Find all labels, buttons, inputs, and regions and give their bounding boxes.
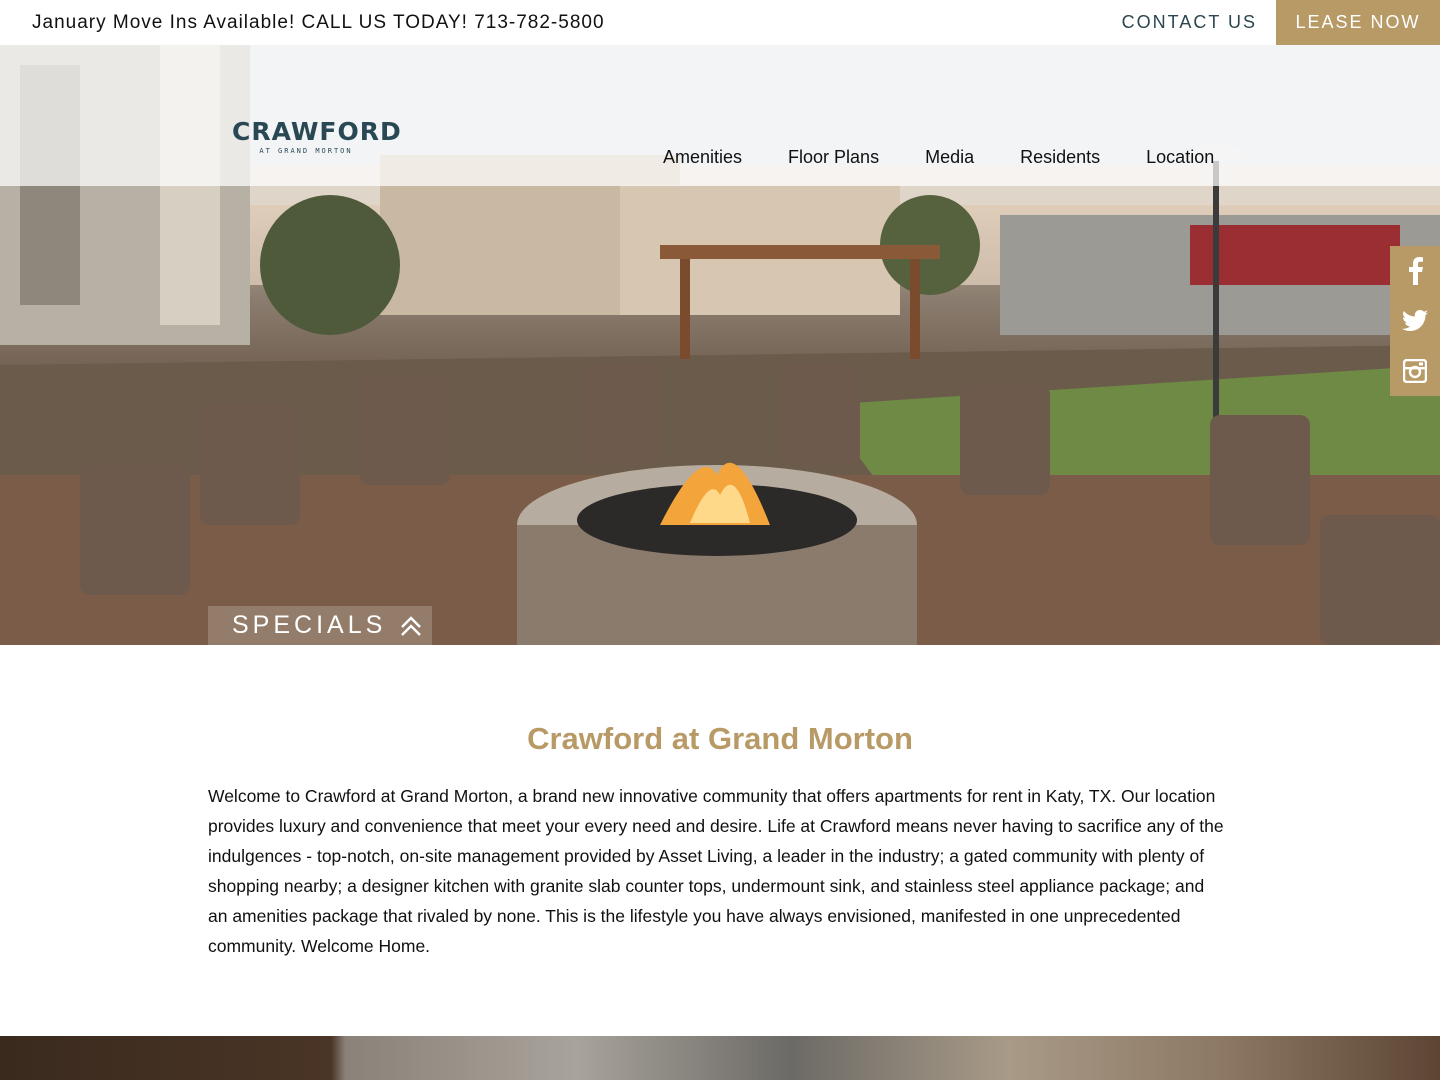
top-bar: January Move Ins Available! CALL US TODA… — [0, 0, 1440, 45]
specials-label: SPECIALS — [232, 611, 387, 639]
intro-paragraph: Welcome to Crawford at Grand Morton, a b… — [208, 786, 1224, 956]
logo-subtitle: AT GRAND MORTON — [259, 147, 353, 155]
nav-item-media[interactable]: Media — [902, 133, 997, 181]
social-links — [1390, 246, 1440, 396]
page-title: Crawford at Grand Morton — [527, 721, 913, 756]
nav-item-location[interactable]: Location — [1123, 133, 1237, 181]
double-chevron-up-icon — [400, 615, 422, 637]
nav-item-residents[interactable]: Residents — [997, 133, 1123, 181]
announcement-text: January Move Ins Available! CALL US TODA… — [32, 12, 605, 33]
lease-now-button[interactable]: LEASE NOW — [1276, 0, 1440, 45]
specials-button[interactable]: SPECIALS — [208, 606, 432, 645]
contact-us-link[interactable]: CONTACT US — [1122, 0, 1257, 45]
logo-wordmark: CRAWFORD — [232, 117, 402, 146]
crawford-logo[interactable]: CRAWFORD AT GRAND MORTON — [232, 117, 402, 156]
instagram-icon[interactable] — [1390, 346, 1440, 396]
interior-photo-strip — [0, 1036, 1440, 1080]
facebook-icon[interactable] — [1390, 246, 1440, 296]
header-nav-band: CRAWFORD AT GRAND MORTON Amenities Floor… — [0, 45, 1440, 186]
nav-item-floor-plans[interactable]: Floor Plans — [765, 133, 902, 181]
main-nav: Amenities Floor Plans Media Residents Lo… — [640, 133, 1237, 181]
intro-section: Crawford at Grand Morton Welcome to Craw… — [0, 645, 1440, 1036]
nav-item-amenities[interactable]: Amenities — [640, 133, 765, 181]
twitter-icon[interactable] — [1390, 296, 1440, 346]
